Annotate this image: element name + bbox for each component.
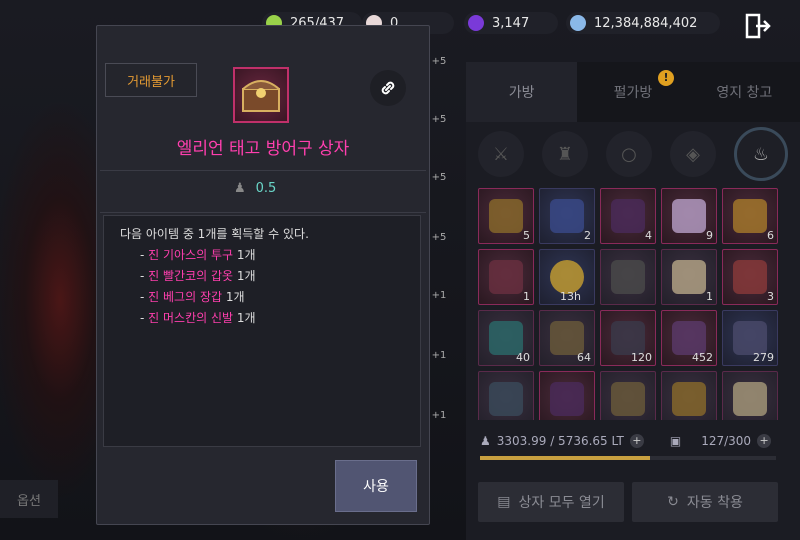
tab-territory-storage[interactable]: 영지 창고	[688, 62, 800, 122]
inventory-slot[interactable]	[478, 371, 534, 420]
weight-value: 3303.99 / 5736.65 LT	[496, 434, 624, 448]
tab-bag[interactable]: 가방	[466, 62, 578, 122]
inventory-slot[interactable]: 3	[722, 249, 778, 305]
inventory-slot[interactable]: 64	[539, 310, 595, 366]
consumable-filter-icon[interactable]: ♨	[734, 127, 788, 181]
inventory-slot[interactable]: 4	[600, 188, 656, 244]
weight-indicator: ♟ 3303.99 / 5736.65 LT + ▣ 127/300 +	[480, 434, 772, 448]
reward-item: - 진 베그의 장갑 1개	[140, 290, 245, 304]
inventory-slot[interactable]	[539, 371, 595, 420]
item-description: 다음 아이템 중 1개를 획득할 수 있다. - 진 기아스의 투구 1개 - …	[103, 215, 421, 447]
weapon-filter-icon[interactable]: ⚔	[478, 131, 524, 177]
inventory-slot[interactable]: 13h	[539, 249, 595, 305]
tab-pearl-bag[interactable]: 펄가방	[577, 62, 689, 122]
silver-currency: 12,384,884,402	[566, 12, 720, 34]
refresh-icon: ↻	[667, 494, 679, 510]
inventory-slot[interactable]: 6	[722, 188, 778, 244]
divider	[100, 212, 426, 213]
inventory-slot[interactable]: 2	[539, 188, 595, 244]
notification-badge: !	[658, 70, 674, 86]
enhance-badge: +5	[431, 114, 447, 125]
inventory-slot[interactable]: 452	[661, 310, 717, 366]
add-slot-button[interactable]: +	[757, 434, 772, 448]
inventory-slot[interactable]	[600, 371, 656, 420]
category-filters: ⚔ ♜ ○ ◈ ♨	[478, 127, 788, 181]
reward-item: - 진 머스칸의 신발 1개	[140, 311, 256, 325]
gem-filter-icon[interactable]: ◈	[670, 131, 716, 177]
crystal-icon	[468, 15, 484, 31]
weight-icon: ♟	[234, 181, 246, 196]
armor-filter-icon[interactable]: ♜	[542, 131, 588, 177]
description-text: 다음 아이템 중 1개를 획득할 수 있다.	[120, 227, 309, 241]
weight-bar	[480, 456, 776, 460]
enhance-badge: +5	[431, 172, 447, 183]
enhance-badge: +5	[431, 56, 447, 67]
reward-item: - 진 기아스의 투구 1개	[140, 248, 256, 262]
enhance-badge: +5	[431, 232, 447, 243]
slot-count: 127/300	[701, 434, 752, 448]
inventory-slot[interactable]	[661, 371, 717, 420]
inventory-slot[interactable]	[722, 371, 778, 420]
inventory-slot[interactable]: 279	[722, 310, 778, 366]
weight-icon: ♟	[480, 434, 491, 448]
link-icon[interactable]	[370, 70, 406, 106]
inventory-tabs: 가방 펄가방 영지 창고	[466, 62, 800, 122]
inventory-slot[interactable]: 40	[478, 310, 534, 366]
box-icon: ▤	[497, 494, 511, 510]
inventory-slot[interactable]: 120	[600, 310, 656, 366]
enhance-badge: +1	[431, 410, 447, 421]
auto-equip-button[interactable]: ↻ 자동 착용	[632, 482, 778, 522]
open-all-boxes-button[interactable]: ▤ 상자 모두 열기	[478, 482, 624, 522]
inventory-slot[interactable]: 1	[661, 249, 717, 305]
reward-item: - 진 빨간코의 갑옷 1개	[140, 269, 256, 283]
treasure-chest-icon	[233, 67, 289, 123]
use-button[interactable]: 사용	[335, 460, 417, 512]
inventory-grid: 5 2 4 9 6 1 13h 1 3 40 64 120 452 279	[478, 188, 782, 420]
accessory-filter-icon[interactable]: ○	[606, 131, 652, 177]
enhance-badge: +1	[431, 350, 447, 361]
weight-bar-fill	[480, 456, 651, 460]
inventory-slot[interactable]: 5	[478, 188, 534, 244]
bag-icon: ▣	[669, 434, 682, 448]
add-weight-button[interactable]: +	[629, 434, 644, 448]
inventory-slot[interactable]: 9	[661, 188, 717, 244]
silver-icon	[570, 15, 586, 31]
enhance-badge: +1	[431, 290, 447, 301]
inventory-slot[interactable]	[600, 249, 656, 305]
exit-icon[interactable]	[744, 12, 772, 40]
options-button[interactable]: 옵션	[0, 480, 58, 518]
divider	[100, 170, 426, 171]
inventory-slot[interactable]: 1	[478, 249, 534, 305]
crystal-currency: 3,147	[464, 12, 558, 34]
untradable-tag: 거래불가	[105, 63, 197, 97]
item-weight: ♟ 0.5	[234, 181, 277, 196]
item-name: 엘리언 태고 방어구 상자	[176, 139, 350, 159]
